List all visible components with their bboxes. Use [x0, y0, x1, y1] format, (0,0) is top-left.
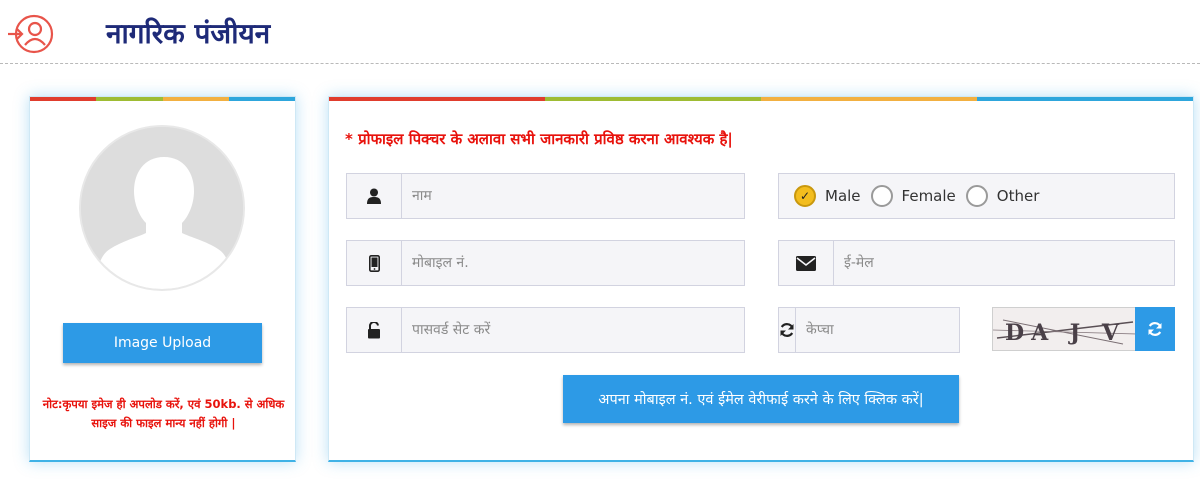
user-login-icon: [8, 14, 54, 54]
image-upload-button[interactable]: Image Upload: [63, 323, 262, 363]
required-note: * प्रोफाइल पिक्चर के अलावा सभी जानकारी प…: [345, 130, 733, 148]
radio-circle-icon: [965, 185, 988, 207]
captcha-text: DA J V U: [1005, 320, 1136, 346]
page-header: नागरिक पंजीयन: [0, 0, 1200, 64]
gender-other-radio[interactable]: Other: [965, 185, 1040, 207]
color-bar: [30, 97, 295, 101]
gender-female-label: Female: [901, 187, 956, 205]
mobile-field: [346, 240, 745, 286]
avatar: [79, 125, 245, 291]
password-field: [346, 307, 745, 353]
unlock-icon: [347, 308, 402, 352]
refresh-icon: [1148, 322, 1162, 336]
checkmark-icon: ✓: [794, 185, 816, 207]
gender-male-label: Male: [825, 187, 861, 205]
verify-mobile-email-button[interactable]: अपना मोबाइल नं. एवं ईमेल वेरीफाई करने के…: [563, 375, 959, 423]
radio-circle-icon: [870, 185, 893, 207]
name-field: [346, 173, 745, 219]
mobile-input[interactable]: [402, 241, 744, 285]
refresh-icon: [779, 308, 796, 352]
user-icon: [347, 174, 402, 218]
upload-note: नोट:कृपया इमेज ही अपलोड करें, एवं 50kb. …: [42, 397, 285, 430]
captcha-input[interactable]: [796, 308, 980, 352]
name-input[interactable]: [402, 174, 744, 218]
mobile-phone-icon: [347, 241, 402, 285]
gender-female-radio[interactable]: Female: [870, 185, 956, 207]
email-input[interactable]: [834, 241, 1174, 285]
gender-radio-group: ✓ Male Female Other: [778, 173, 1175, 219]
captcha-field: [778, 307, 980, 353]
captcha-image: DA J V U: [992, 307, 1136, 351]
profile-picture-card: Image Upload नोट:कृपया इमेज ही अपलोड करे…: [29, 96, 296, 462]
color-bar: [329, 97, 1193, 101]
gender-male-radio[interactable]: ✓ Male: [794, 185, 861, 207]
registration-form-card: * प्रोफाइल पिक्चर के अलावा सभी जानकारी प…: [328, 96, 1194, 462]
user-silhouette-icon: [81, 127, 243, 289]
password-input[interactable]: [402, 308, 744, 352]
page-title: नागरिक पंजीयन: [106, 17, 271, 50]
captcha-refresh-button[interactable]: [1135, 307, 1175, 351]
gender-other-label: Other: [996, 187, 1040, 205]
envelope-icon: [779, 241, 834, 285]
email-field: [778, 240, 1175, 286]
